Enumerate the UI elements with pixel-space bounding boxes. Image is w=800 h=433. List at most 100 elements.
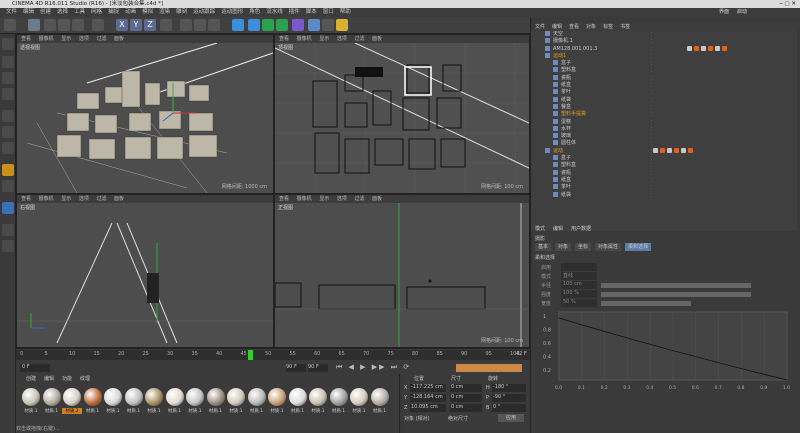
rotation-field[interactable]: -90 ° bbox=[492, 394, 526, 402]
vp2-menu-filter[interactable]: 过滤 bbox=[354, 36, 364, 42]
visibility-dots-icon[interactable]: ⁚ bbox=[651, 89, 652, 96]
deformer-icon[interactable] bbox=[292, 19, 304, 31]
object-row[interactable]: 塑料盒 ⁚ bbox=[531, 162, 797, 169]
object-menu-item[interactable]: 编辑 bbox=[552, 24, 562, 30]
rotate-icon[interactable] bbox=[72, 19, 84, 31]
playback-controls[interactable]: ⏮ ◀ ▶ ▶▶ ⏭ ⟳ bbox=[336, 363, 411, 372]
menu-item[interactable]: 脚本 bbox=[306, 9, 317, 15]
material-swatch[interactable] bbox=[83, 388, 102, 406]
tag-icon[interactable] bbox=[722, 45, 728, 51]
axis-mode-icon[interactable] bbox=[2, 164, 14, 176]
visibility-dots-icon[interactable]: ⁚ bbox=[651, 119, 652, 126]
vp2-menu-panel[interactable]: 面板 bbox=[372, 36, 382, 42]
size-mode-select[interactable]: 绝对尺寸 bbox=[448, 415, 468, 422]
tag-icon[interactable] bbox=[715, 45, 721, 51]
array-icon[interactable] bbox=[276, 19, 288, 31]
spline-icon[interactable] bbox=[248, 19, 260, 31]
material-swatch[interactable] bbox=[165, 388, 184, 406]
layout-menu-item[interactable]: 界面 bbox=[719, 9, 729, 15]
menu-item[interactable]: 帮助 bbox=[340, 9, 351, 15]
material-swatch[interactable] bbox=[104, 388, 122, 406]
material-menu-item[interactable]: 纹理 bbox=[80, 376, 90, 382]
menu-item[interactable]: 渲染 bbox=[159, 9, 170, 15]
edges-mode-icon[interactable] bbox=[2, 126, 14, 138]
attribute-menu-item[interactable]: 编辑 bbox=[553, 226, 563, 232]
tag-icon[interactable] bbox=[681, 147, 687, 153]
position-field[interactable]: -117.225 cm bbox=[410, 384, 446, 392]
attribute-tab[interactable]: 基本 bbox=[535, 243, 552, 251]
menu-item[interactable]: 窗口 bbox=[323, 9, 334, 15]
vp3-menu-view[interactable]: 查看 bbox=[21, 196, 31, 202]
top-viewport[interactable]: 查看 摄像机 显示 选项 过滤 面板 顶视图 网格间距: 100 cm bbox=[274, 34, 530, 194]
window-controls[interactable]: ─ ▢ ✕ bbox=[779, 0, 796, 8]
menu-item[interactable]: 工具 bbox=[74, 9, 85, 15]
attribute-slider[interactable] bbox=[601, 283, 751, 288]
tag-icon[interactable] bbox=[674, 147, 680, 153]
render-view-icon[interactable] bbox=[180, 19, 192, 31]
vp2-menu-options[interactable]: 选项 bbox=[337, 36, 347, 42]
object-row[interactable]: 纸袋 ⁚ bbox=[531, 191, 797, 199]
object-row[interactable]: 纸袋 ⁚ bbox=[531, 96, 797, 104]
polygons-mode-icon[interactable] bbox=[2, 142, 14, 154]
position-field[interactable]: -128.164 cm bbox=[410, 394, 446, 402]
visibility-dots-icon[interactable]: ⁚ bbox=[651, 104, 652, 111]
menu-item[interactable]: 选择 bbox=[57, 9, 68, 15]
vp3-menu-display[interactable]: 显示 bbox=[61, 196, 71, 202]
tag-icon[interactable] bbox=[708, 45, 714, 51]
menu-item[interactable]: 文件 bbox=[6, 9, 17, 15]
material-swatch[interactable] bbox=[247, 388, 266, 406]
visibility-dots-icon[interactable]: ⁚ bbox=[651, 82, 652, 89]
make-editable-icon[interactable] bbox=[2, 38, 14, 50]
live-select-icon[interactable] bbox=[28, 19, 40, 31]
attribute-tab[interactable]: 对象属性 bbox=[595, 243, 622, 251]
object-row[interactable]: 瓷瓶 ⁚ bbox=[531, 169, 797, 177]
visibility-dots-icon[interactable]: ⁚ bbox=[651, 162, 652, 169]
end-frame-field-2[interactable]: 90 F bbox=[308, 364, 328, 372]
front-viewport[interactable]: 查看 摄像机 显示 选项 过滤 面板 正视图 网格间距: 100 cm bbox=[274, 194, 530, 348]
object-row[interactable]: 茶叶 ⁚ bbox=[531, 89, 797, 96]
material-swatch[interactable] bbox=[268, 388, 286, 406]
z-axis-icon[interactable]: Z bbox=[144, 19, 156, 31]
menu-item[interactable]: 捕捉 bbox=[108, 9, 119, 15]
texture-mode-icon[interactable] bbox=[2, 72, 14, 84]
visibility-dots-icon[interactable]: ⁚ bbox=[651, 53, 652, 60]
start-frame-field[interactable]: 0 F bbox=[20, 364, 50, 372]
scale-icon[interactable] bbox=[58, 19, 70, 31]
visibility-dots-icon[interactable]: ⁚ bbox=[651, 192, 652, 199]
end-frame-field[interactable]: 90 F bbox=[286, 364, 306, 372]
rotation-field[interactable]: -180 ° bbox=[492, 384, 526, 392]
vp1-menu-panel[interactable]: 面板 bbox=[114, 36, 124, 42]
material-swatch[interactable] bbox=[288, 388, 307, 406]
vp2-menu-display[interactable]: 显示 bbox=[319, 36, 329, 42]
visibility-dots-icon[interactable]: ⁚ bbox=[651, 75, 652, 82]
y-axis-icon[interactable]: Y bbox=[130, 19, 142, 31]
tag-icon[interactable] bbox=[667, 147, 673, 153]
attribute-tab[interactable]: 坐标 bbox=[575, 243, 592, 251]
apply-button[interactable]: 应用 bbox=[498, 414, 524, 422]
vp4-menu-view[interactable]: 查看 bbox=[279, 196, 289, 202]
points-mode-icon[interactable] bbox=[2, 110, 14, 122]
visibility-dots-icon[interactable]: ⁚ bbox=[651, 148, 652, 155]
falloff-graph[interactable]: 1 0.8 0.6 0.4 0.2 0.0 0.1 0.2 0.3 0.4 0.5 0.6 0.7 0.8… bbox=[535, 310, 797, 390]
right-viewport[interactable]: 查看 摄像机 显示 选项 过滤 面板 右视图 bbox=[16, 194, 274, 348]
keyframe-tools[interactable] bbox=[456, 364, 522, 372]
object-row[interactable]: 圆柱体 ⁚ bbox=[531, 140, 797, 147]
attribute-field-value[interactable]: 50 % bbox=[561, 299, 597, 307]
material-swatch[interactable] bbox=[227, 388, 245, 406]
visibility-dots-icon[interactable]: ⁚ bbox=[651, 177, 652, 184]
camera-icon[interactable] bbox=[322, 19, 334, 31]
object-row[interactable]: 塑料盒 ⁚ bbox=[531, 67, 797, 74]
vp4-menu-options[interactable]: 选项 bbox=[337, 196, 347, 202]
x-axis-icon[interactable]: X bbox=[116, 19, 128, 31]
render-picture-viewer-icon[interactable] bbox=[194, 19, 206, 31]
visibility-dots-icon[interactable]: ⁚ bbox=[651, 184, 652, 191]
visibility-dots-icon[interactable]: ⁚ bbox=[651, 133, 652, 140]
timeline-playhead[interactable] bbox=[248, 350, 253, 360]
perspective-viewport[interactable]: 查看 摄像机 显示 选项 过滤 面板 透视视图 网格间距: 1000 cm bbox=[16, 34, 274, 194]
vp3-menu-options[interactable]: 选项 bbox=[79, 196, 89, 202]
material-swatch[interactable] bbox=[329, 388, 348, 406]
lock-icon[interactable] bbox=[2, 224, 14, 236]
vp3-menu-filter[interactable]: 过滤 bbox=[96, 196, 106, 202]
object-row[interactable]: 摄像机.1 ⁚ bbox=[531, 38, 797, 45]
recent-tool-icon[interactable] bbox=[92, 19, 104, 31]
